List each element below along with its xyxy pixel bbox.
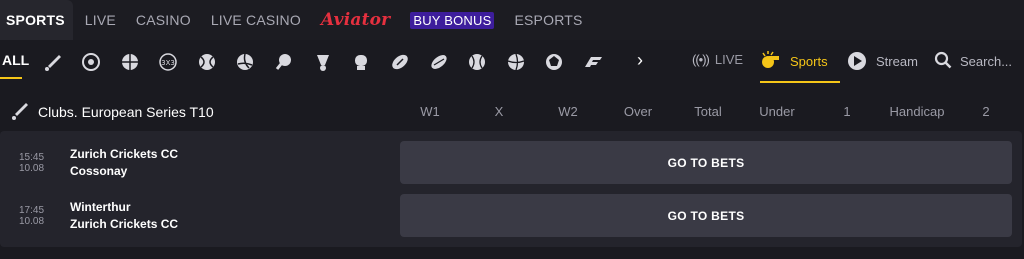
match-row[interactable]: 17:45 10.08 Winterthur Zurich Crickets C… — [0, 192, 1022, 242]
col-over: Over — [623, 104, 653, 119]
stream-button[interactable]: Stream — [848, 52, 918, 70]
match-time: 15:45 — [19, 152, 45, 163]
svg-text:3X3: 3X3 — [161, 59, 175, 67]
live-button[interactable]: ((•)) LIVE — [692, 52, 743, 67]
beach-volleyball-icon[interactable] — [505, 51, 527, 73]
col-handicap: Handicap — [889, 104, 945, 119]
col-w2: W2 — [558, 104, 578, 119]
nav-live-casino[interactable]: LIVE CASINO — [211, 0, 301, 40]
match-teams: Winterthur Zurich Crickets CC — [70, 199, 178, 233]
search-label: Search... — [960, 54, 1013, 69]
sport-filter-bar: ALL 3X3 › ((•)) LIVE Sports Stream Searc… — [0, 41, 1024, 83]
filter-all[interactable]: ALL — [2, 52, 29, 68]
col-total: Total — [694, 104, 722, 119]
col-2: 2 — [982, 104, 990, 119]
rugby-icon[interactable] — [428, 51, 450, 73]
cricket-icon[interactable] — [42, 51, 64, 73]
col-under: Under — [759, 104, 795, 119]
top-nav: SPORTS LIVE CASINO LIVE CASINO Aviator B… — [0, 0, 1024, 40]
cricket-icon — [10, 101, 30, 126]
broadcast-icon: ((•)) — [692, 52, 710, 67]
nav-aviator[interactable]: Aviator — [321, 0, 390, 40]
sports-button[interactable]: Sports — [760, 41, 840, 83]
nav-live[interactable]: LIVE — [85, 0, 116, 40]
match-teams: Zurich Crickets CC Cossonay — [70, 146, 178, 180]
tennis-icon[interactable] — [196, 51, 218, 73]
match-date: 10.08 — [19, 163, 45, 174]
league-header: Clubs. European Series T10 W1 X W2 Over … — [0, 92, 1024, 130]
match-datetime: 17:45 10.08 — [19, 205, 44, 227]
nav-sports[interactable]: SPORTS — [0, 0, 73, 40]
league-title: Clubs. European Series T10 — [38, 104, 214, 120]
basketball-3x3-icon[interactable]: 3X3 — [157, 51, 179, 73]
col-w1: W1 — [420, 104, 440, 119]
col-x: X — [494, 104, 504, 119]
futsal-icon[interactable] — [543, 51, 565, 73]
chevron-right-icon[interactable]: › — [637, 50, 643, 71]
match-datetime: 15:45 10.08 — [19, 152, 44, 174]
match-time: 17:45 — [19, 205, 45, 216]
nav-casino[interactable]: CASINO — [136, 0, 191, 40]
american-football-icon[interactable] — [389, 51, 411, 73]
go-to-bets-button[interactable]: GO TO BETS — [400, 141, 1012, 184]
volleyball-icon[interactable] — [234, 51, 256, 73]
go-to-bets-button[interactable]: GO TO BETS — [400, 194, 1012, 237]
table-tennis-icon[interactable] — [273, 51, 295, 73]
nav-buy-bonus[interactable]: BUY BONUS — [410, 11, 495, 29]
team-1: Winterthur — [70, 200, 131, 214]
whistle-icon — [760, 50, 780, 72]
formula1-icon[interactable] — [582, 51, 604, 73]
stream-label: Stream — [876, 53, 918, 69]
boxing-icon[interactable] — [350, 51, 372, 73]
match-list: 15:45 10.08 Zurich Crickets CC Cossonay … — [0, 131, 1022, 247]
badminton-icon[interactable] — [312, 51, 334, 73]
play-icon — [848, 52, 866, 70]
active-underline — [0, 77, 22, 79]
search-icon — [934, 51, 952, 72]
team-2: Cossonay — [70, 164, 128, 178]
sports-label: Sports — [790, 53, 828, 69]
baseball-icon[interactable] — [466, 51, 488, 73]
match-row[interactable]: 15:45 10.08 Zurich Crickets CC Cossonay … — [0, 139, 1022, 189]
basketball-icon[interactable] — [119, 51, 141, 73]
football-icon[interactable] — [80, 51, 102, 73]
team-1: Zurich Crickets CC — [70, 147, 179, 161]
match-date: 10.08 — [19, 216, 45, 227]
search-button[interactable]: Search... — [934, 51, 1012, 72]
live-label: LIVE — [714, 52, 744, 67]
team-2: Zurich Crickets CC — [70, 217, 179, 231]
nav-esports[interactable]: ESPORTS — [514, 0, 582, 40]
col-1: 1 — [843, 104, 851, 119]
